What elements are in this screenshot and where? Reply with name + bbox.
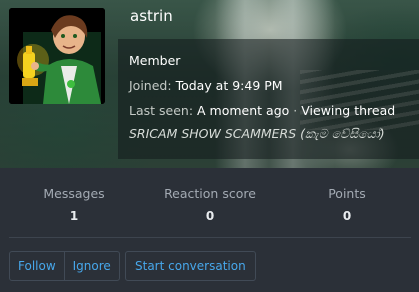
stat-label: Reaction score: [164, 186, 256, 201]
stat-value: 1: [69, 209, 79, 223]
follow-ignore-group: Follow Ignore: [9, 251, 120, 281]
member-stats: Messages 1 Reaction score 0 Points 0: [0, 168, 419, 230]
separator-dot: ·: [293, 103, 298, 118]
activity-status: Viewing thread: [301, 103, 396, 118]
username[interactable]: astrin: [130, 7, 173, 25]
signature-text: SRICAM SHOW SCAMMERS (කැම වේසියෝ): [129, 126, 385, 141]
stat-points[interactable]: Points 0: [317, 186, 377, 223]
stat-value: 0: [205, 209, 215, 223]
avatar[interactable]: [9, 8, 105, 104]
divider: [9, 237, 411, 238]
user-title: Member: [129, 53, 181, 68]
stat-label: Points: [328, 186, 366, 201]
last-seen-value: A moment ago: [197, 103, 290, 118]
stat-label: Messages: [43, 186, 105, 201]
member-tooltip-card: astrin Member Joined: Today at 9:49 PM L…: [0, 0, 419, 292]
last-seen-label: Last seen:: [129, 103, 194, 118]
ignore-button[interactable]: Ignore: [63, 252, 119, 280]
stat-messages[interactable]: Messages 1: [34, 186, 114, 223]
joined-label: Joined:: [129, 78, 172, 93]
stat-value: 0: [342, 209, 352, 223]
joined-line: Joined: Today at 9:49 PM: [129, 78, 283, 93]
profile-banner: astrin Member Joined: Today at 9:49 PM L…: [0, 0, 419, 168]
start-conversation-button[interactable]: Start conversation: [125, 251, 256, 281]
last-seen-line: Last seen: A moment ago · Viewing thread: [129, 103, 395, 118]
follow-button[interactable]: Follow: [10, 252, 64, 280]
joined-value: Today at 9:49 PM: [175, 78, 283, 93]
stat-reaction-score[interactable]: Reaction score 0: [160, 186, 260, 223]
avatar-image: [9, 8, 105, 104]
